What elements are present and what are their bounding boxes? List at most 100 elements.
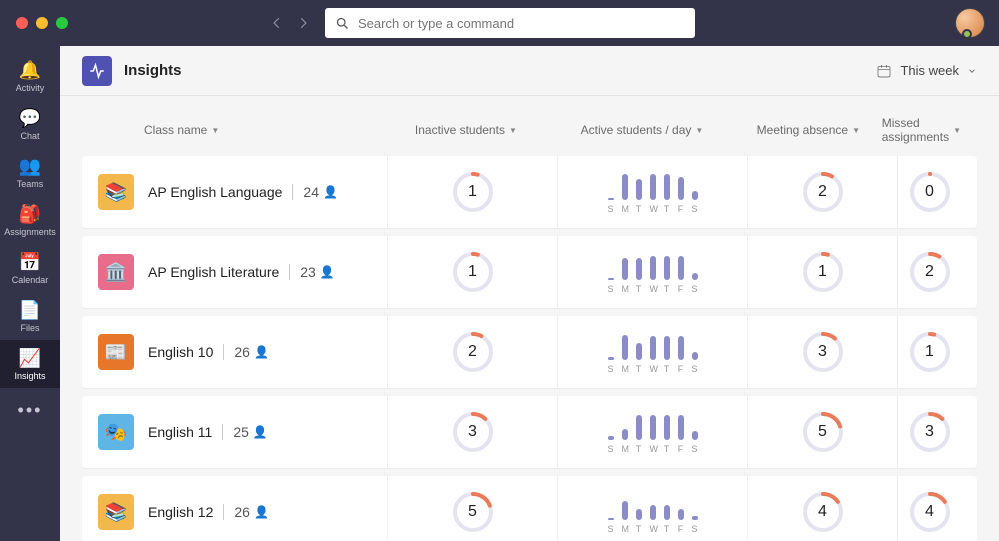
donut-chart: 4 [801, 490, 845, 534]
close-icon[interactable] [16, 17, 28, 29]
donut-value: 1 [451, 170, 495, 214]
back-icon[interactable] [270, 16, 284, 30]
missed-cell: 2 [898, 250, 961, 294]
daily-cell: SMTWTFS [558, 476, 748, 541]
student-count: 26 [234, 504, 250, 520]
rail-activity[interactable]: 🔔Activity [0, 52, 60, 100]
absence-cell: 5 [748, 396, 898, 468]
donut-chart: 3 [801, 330, 845, 374]
donut-value: 5 [451, 490, 495, 534]
inactive-cell: 1 [388, 156, 558, 228]
content-area: Class name▼ Inactive students▼ Active st… [60, 96, 999, 541]
calendar-icon: 📅 [19, 252, 41, 273]
time-range-label: This week [900, 63, 959, 78]
class-rows-container: 📚 AP English Language 24 👤 1 SMTWTFS 2 0… [82, 156, 977, 541]
search-icon [335, 16, 350, 31]
user-avatar[interactable] [955, 8, 985, 38]
rail-files[interactable]: 📄Files [0, 292, 60, 340]
rail-teams[interactable]: 👥Teams [0, 148, 60, 196]
donut-value: 3 [451, 410, 495, 454]
class-icon: 📚 [98, 174, 134, 210]
day-labels: SMTWTFS [608, 364, 698, 374]
col-header-class-name[interactable]: Class name▼ [98, 116, 383, 144]
minimize-icon[interactable] [36, 17, 48, 29]
donut-chart: 1 [908, 330, 952, 374]
class-row[interactable]: 🏛️ AP English Literature 23 👤 1 SMTWTFS … [82, 236, 977, 308]
class-row[interactable]: 📰 English 10 26 👤 2 SMTWTFS 3 1 [82, 316, 977, 388]
donut-chart: 5 [801, 410, 845, 454]
donut-value: 2 [908, 250, 952, 294]
daily-bars [608, 330, 698, 360]
sort-caret-icon: ▼ [953, 126, 961, 135]
inactive-cell: 5 [388, 476, 558, 541]
day-labels: SMTWTFS [608, 284, 698, 294]
forward-icon[interactable] [296, 16, 310, 30]
col-header-absence[interactable]: Meeting absence▼ [735, 116, 882, 144]
inactive-cell: 1 [388, 236, 558, 308]
calendar-range-icon [876, 63, 892, 79]
class-row[interactable]: 📚 AP English Language 24 👤 1 SMTWTFS 2 0 [82, 156, 977, 228]
missed-cell: 3 [898, 410, 961, 454]
daily-cell: SMTWTFS [558, 396, 748, 468]
class-name: English 11 [148, 424, 212, 440]
donut-value: 4 [908, 490, 952, 534]
class-row[interactable]: 🎭 English 11 25 👤 3 SMTWTFS 5 3 [82, 396, 977, 468]
daily-bars [608, 410, 698, 440]
column-headers-row: Class name▼ Inactive students▼ Active st… [82, 110, 977, 156]
rail-more[interactable]: ••• [18, 390, 43, 430]
chat-icon: 💬 [19, 108, 41, 129]
class-icon: 🎭 [98, 414, 134, 450]
donut-chart: 5 [451, 490, 495, 534]
donut-chart: 1 [451, 250, 495, 294]
donut-value: 2 [801, 170, 845, 214]
class-info: 🏛️ AP English Literature 23 👤 [98, 236, 388, 308]
page-header: Insights This week [60, 46, 999, 96]
day-labels: SMTWTFS [608, 444, 698, 454]
assignments-icon: 🎒 [19, 204, 41, 225]
time-range-picker[interactable]: This week [876, 63, 977, 79]
rail-calendar[interactable]: 📅Calendar [0, 244, 60, 292]
donut-value: 0 [908, 170, 952, 214]
class-info: 📚 AP English Language 24 👤 [98, 156, 388, 228]
donut-value: 1 [451, 250, 495, 294]
sort-caret-icon: ▼ [695, 126, 703, 135]
people-icon: 👤 [320, 265, 335, 279]
people-icon: 👤 [254, 505, 269, 519]
absence-cell: 2 [748, 156, 898, 228]
donut-value: 2 [451, 330, 495, 374]
absence-cell: 4 [748, 476, 898, 541]
rail-chat[interactable]: 💬Chat [0, 100, 60, 148]
col-header-daily[interactable]: Active students / day▼ [549, 116, 735, 144]
class-row[interactable]: 📚 English 12 26 👤 5 SMTWTFS 4 4 [82, 476, 977, 541]
day-labels: SMTWTFS [608, 204, 698, 214]
rail-assignments[interactable]: 🎒Assignments [0, 196, 60, 244]
col-header-missed[interactable]: Missed assignments▼ [882, 116, 961, 144]
sort-caret-icon: ▼ [852, 126, 860, 135]
col-header-inactive[interactable]: Inactive students▼ [383, 116, 549, 144]
absence-cell: 3 [748, 316, 898, 388]
window-controls [16, 17, 68, 29]
class-info: 📚 English 12 26 👤 [98, 476, 388, 541]
search-input[interactable] [358, 16, 685, 31]
insights-icon: 📈 [19, 348, 41, 369]
absence-cell: 1 [748, 236, 898, 308]
class-name: AP English Literature [148, 264, 279, 280]
donut-chart: 2 [451, 330, 495, 374]
class-icon: 🏛️ [98, 254, 134, 290]
missed-cell: 1 [898, 330, 961, 374]
donut-chart: 1 [451, 170, 495, 214]
inactive-cell: 3 [388, 396, 558, 468]
daily-cell: SMTWTFS [558, 156, 748, 228]
bell-icon: 🔔 [19, 60, 41, 81]
command-search[interactable] [325, 8, 695, 38]
rail-insights[interactable]: 📈Insights [0, 340, 60, 388]
app-rail: 🔔Activity 💬Chat 👥Teams 🎒Assignments 📅Cal… [0, 46, 60, 541]
class-name: AP English Language [148, 184, 282, 200]
maximize-icon[interactable] [56, 17, 68, 29]
files-icon: 📄 [19, 300, 41, 321]
donut-chart: 3 [451, 410, 495, 454]
main-panel: Insights This week Class name▼ Inactive … [60, 46, 999, 541]
separator [292, 184, 293, 200]
people-icon: 👤 [253, 425, 268, 439]
donut-chart: 4 [908, 490, 952, 534]
